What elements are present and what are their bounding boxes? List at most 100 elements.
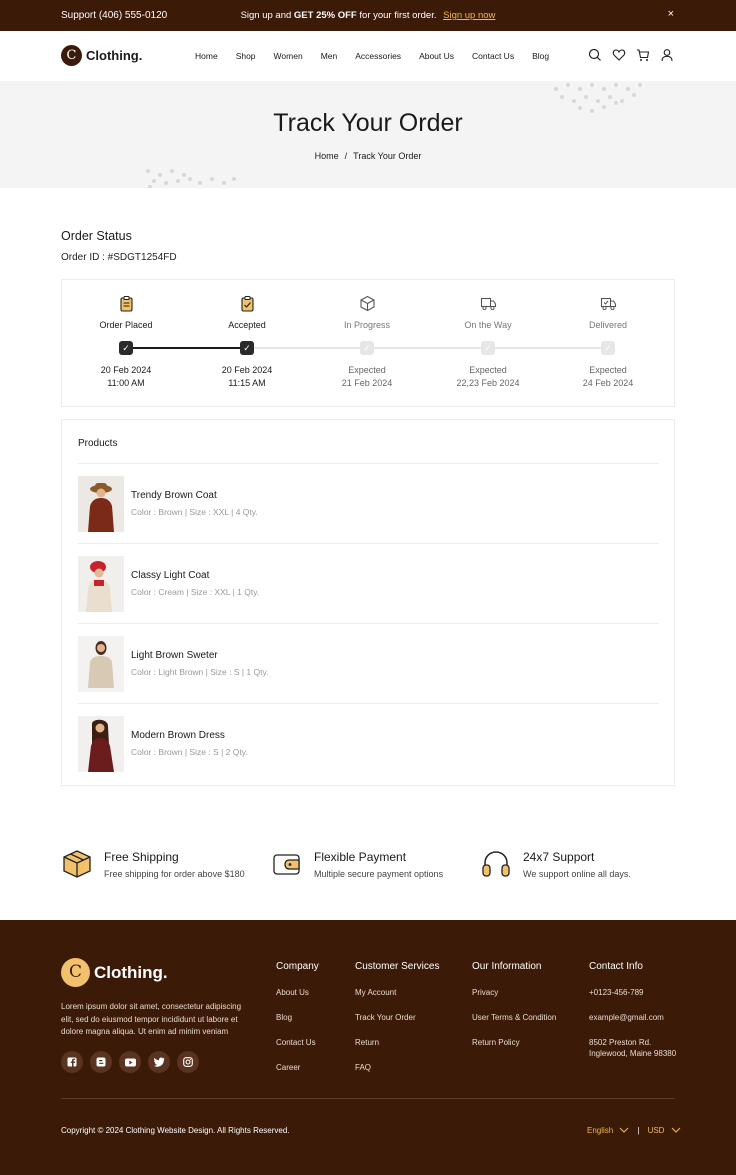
nav-contact-us[interactable]: Contact Us xyxy=(472,51,514,61)
footer-link-faq[interactable]: FAQ xyxy=(355,1062,439,1073)
nav-home[interactable]: Home xyxy=(195,51,218,61)
logo[interactable]: C Clothing. xyxy=(61,45,142,66)
footer-link-user-terms[interactable]: User Terms & Condition xyxy=(472,1012,556,1023)
step-expected-label: Expected xyxy=(348,365,386,375)
product-meta: Color : Brown | Size : S | 2 Qty. xyxy=(131,747,248,757)
social-links xyxy=(61,1051,206,1073)
close-icon[interactable]: × xyxy=(668,8,674,20)
footer-heading: Our Information xyxy=(472,961,542,972)
cart-icon[interactable] xyxy=(636,48,650,62)
nav-women[interactable]: Women xyxy=(274,51,303,61)
product-row[interactable]: Light Brown Sweter Color : Light Brown |… xyxy=(78,623,659,703)
wallet-icon xyxy=(271,848,303,880)
facebook-icon[interactable] xyxy=(61,1051,83,1073)
step-checkbox: ✓ xyxy=(240,341,254,355)
feature-support: 24x7 Support We support online all days. xyxy=(480,848,680,888)
product-image[interactable] xyxy=(78,636,124,692)
breadcrumb-current: Track Your Order xyxy=(353,151,422,161)
instagram-icon[interactable] xyxy=(177,1051,199,1073)
footer-phone[interactable]: +0123-456-789 xyxy=(589,987,679,998)
product-name[interactable]: Modern Brown Dress xyxy=(131,730,225,741)
progress-line-complete xyxy=(127,347,247,349)
footer-logo[interactable]: C Clothing. xyxy=(61,958,168,987)
product-image[interactable] xyxy=(78,556,124,612)
footer-link-return[interactable]: Return xyxy=(355,1037,439,1048)
footer-link-my-account[interactable]: My Account xyxy=(355,987,439,998)
language-select[interactable]: English xyxy=(587,1126,629,1135)
footer-link-career[interactable]: Career xyxy=(276,1062,319,1073)
progress-line-pending xyxy=(247,347,609,349)
clipboard-check-icon xyxy=(239,295,256,312)
copyright: Copyright © 2024 Clothing Website Design… xyxy=(61,1126,290,1135)
product-name[interactable]: Trendy Brown Coat xyxy=(131,490,217,501)
signup-link[interactable]: Sign up now xyxy=(443,10,495,21)
product-image[interactable] xyxy=(78,716,124,772)
heart-icon[interactable] xyxy=(612,48,626,62)
breadcrumb-separator: / xyxy=(344,151,348,161)
step-date: 20 Feb 2024 xyxy=(221,365,273,375)
step-label: In Progress xyxy=(343,320,391,330)
top-announcement-bar: Support (406) 555-0120 Sign up and GET 2… xyxy=(0,0,736,31)
feature-desc: Multiple secure payment options xyxy=(314,869,444,879)
product-name[interactable]: Classy Light Coat xyxy=(131,570,209,581)
step-label: On the Way xyxy=(464,320,512,330)
footer-column-customer-services: Customer Services My Account Track Your … xyxy=(355,961,439,1087)
product-image[interactable] xyxy=(78,476,124,532)
search-icon[interactable] xyxy=(588,48,602,62)
nav-men[interactable]: Men xyxy=(321,51,338,61)
feature-free-shipping: Free Shipping Free shipping for order ab… xyxy=(61,848,261,888)
order-status-heading: Order Status xyxy=(61,229,132,243)
product-row[interactable]: Trendy Brown Coat Color : Brown | Size :… xyxy=(78,463,659,543)
promo-prefix: Sign up and xyxy=(240,10,292,21)
logo-text: Clothing. xyxy=(86,48,143,63)
site-header: C Clothing. Home Shop Women Men Accessor… xyxy=(0,31,736,81)
footer-link-blog[interactable]: Blog xyxy=(276,1012,319,1023)
header-actions xyxy=(588,48,684,62)
product-meta: Color : Light Brown | Size : S | 1 Qty. xyxy=(131,667,269,677)
footer-logo-text: Clothing. xyxy=(94,962,168,982)
nav-shop[interactable]: Shop xyxy=(236,51,256,61)
feature-flexible-payment: Flexible Payment Multiple secure payment… xyxy=(271,848,471,888)
box-icon xyxy=(359,295,376,312)
footer-description: Lorem ipsum dolor sit amet, consectetur … xyxy=(61,1002,242,1036)
language-value: English xyxy=(587,1126,614,1135)
footer-link-return-policy[interactable]: Return Policy xyxy=(472,1037,556,1048)
delivery-truck-icon xyxy=(600,295,617,312)
blogger-icon[interactable] xyxy=(90,1051,112,1073)
user-icon[interactable] xyxy=(660,48,674,62)
footer-column-contact-info: Contact Info +0123-456-789 example@gmail… xyxy=(589,961,679,1073)
breadcrumb-home[interactable]: Home xyxy=(315,151,339,161)
product-row[interactable]: Modern Brown Dress Color : Brown | Size … xyxy=(78,703,659,783)
footer-heading: Company xyxy=(276,961,319,972)
step-checkbox: ✓ xyxy=(119,341,133,355)
footer-link-contact-us[interactable]: Contact Us xyxy=(276,1037,319,1048)
feature-desc: Free shipping for order above $180 xyxy=(104,869,245,879)
step-expected-label: Expected xyxy=(469,365,507,375)
breadcrumb: Home / Track Your Order xyxy=(0,151,736,161)
step-checkbox: ✓ xyxy=(481,341,495,355)
clipboard-icon xyxy=(118,295,135,312)
footer-link-track-order[interactable]: Track Your Order xyxy=(355,1012,439,1023)
nav-accessories[interactable]: Accessories xyxy=(355,51,401,61)
footer-email[interactable]: example@gmail.com xyxy=(589,1012,679,1023)
product-name[interactable]: Light Brown Sweter xyxy=(131,650,218,661)
product-row[interactable]: Classy Light Coat Color : Cream | Size :… xyxy=(78,543,659,623)
nav-blog[interactable]: Blog xyxy=(532,51,549,61)
step-expected-date: 24 Feb 2024 xyxy=(582,378,634,388)
footer-heading: Contact Info xyxy=(589,961,643,972)
promo-suffix: for your first order. xyxy=(359,10,437,21)
nav-about-us[interactable]: About Us xyxy=(419,51,454,61)
promo-message: Sign up and GET 25% OFF for your first o… xyxy=(0,10,736,21)
step-label: Accepted xyxy=(228,320,266,330)
youtube-icon[interactable] xyxy=(119,1051,141,1073)
currency-select[interactable]: USD xyxy=(648,1126,681,1135)
step-expected-date: 21 Feb 2024 xyxy=(341,378,393,388)
product-meta: Color : Brown | Size : XXL | 4 Qty. xyxy=(131,507,258,517)
footer-address: 8502 Preston Rd. Inglewood, Maine 98380 xyxy=(589,1038,677,1058)
locale-selectors: English | USD xyxy=(587,1126,681,1135)
footer-link-privacy[interactable]: Privacy xyxy=(472,987,556,998)
footer-link-about-us[interactable]: About Us xyxy=(276,987,319,998)
twitter-icon[interactable] xyxy=(148,1051,170,1073)
step-checkbox: ✓ xyxy=(601,341,615,355)
footer-column-company: Company About Us Blog Contact Us Career xyxy=(276,961,319,1087)
